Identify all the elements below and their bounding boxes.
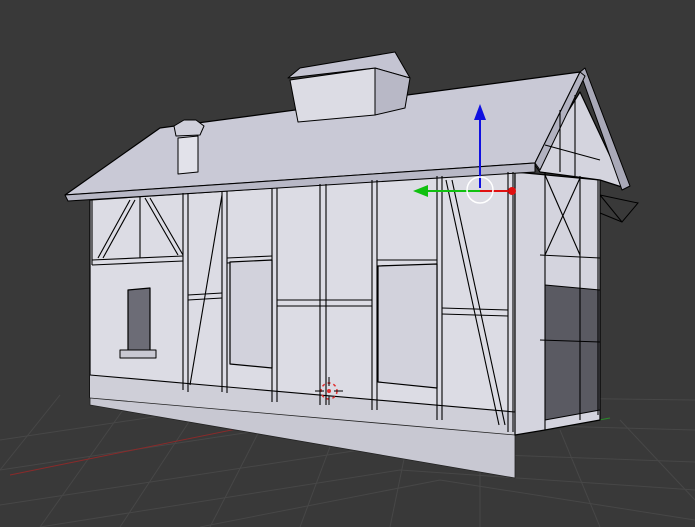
window-1 (229, 259, 273, 369)
chimney (177, 135, 199, 175)
gable-opening (544, 284, 601, 421)
3d-viewport[interactable] (0, 0, 695, 527)
window-small (127, 287, 151, 353)
window-sill (119, 349, 157, 359)
window-2 (377, 263, 438, 389)
x-arrow-icon[interactable] (508, 187, 516, 195)
